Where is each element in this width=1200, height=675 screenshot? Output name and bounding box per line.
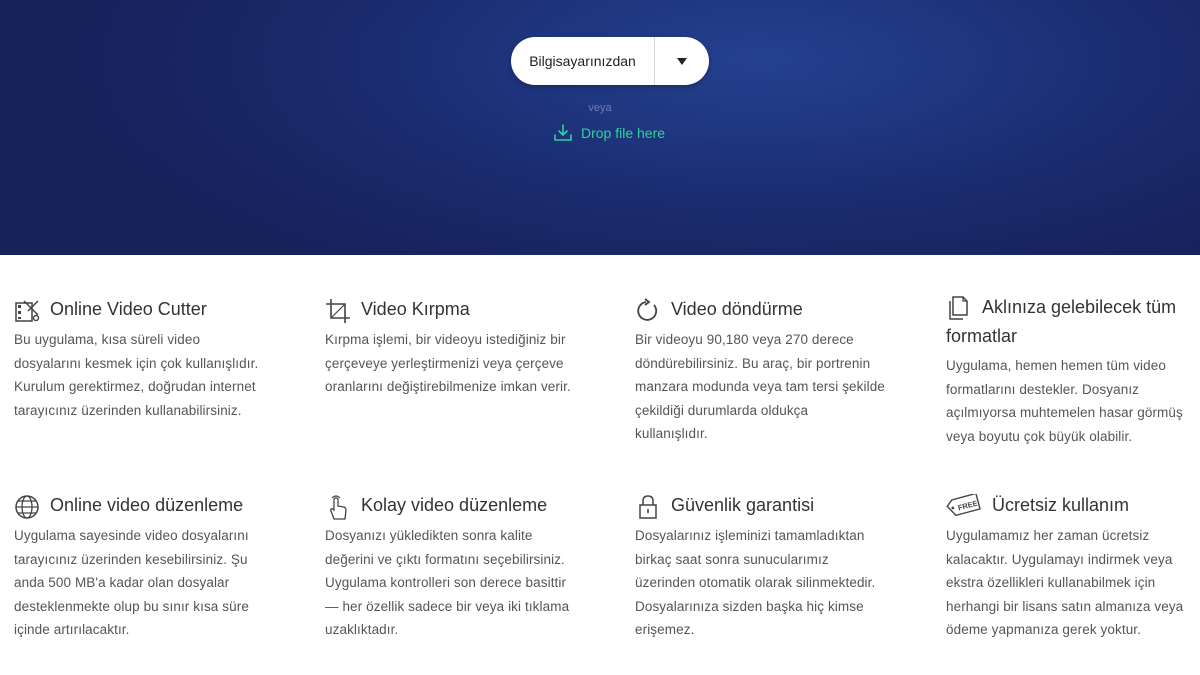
feature-online-video-cutter: Online Video Cutter Bu uygulama, kısa sü… [14, 298, 294, 422]
feature-title: Online Video Cutter [50, 299, 207, 319]
upload-source-dropdown[interactable] [655, 37, 709, 85]
files-icon [946, 296, 972, 322]
description-line: birkaç saat sonra sunucularımız [635, 551, 829, 567]
feature-video-kirpma: Video Kırpma Kırpma işlemi, bir videoyu … [325, 298, 605, 399]
description-line: dosyalarını kesmek için çok kullanışlıdı… [14, 355, 259, 371]
description-line: uzaklıktadır. [325, 622, 399, 637]
feature-title: Online video düzenleme [50, 495, 244, 515]
description-line: Kurulum gerektirmez, doğrudan internet [14, 379, 256, 394]
feature-description: Dosyalarınız işleminizi tamamladıktan bi… [635, 524, 915, 642]
feature-description: Uygulama, hemen hemen tüm video formatla… [946, 354, 1196, 448]
feature-title: Güvenlik garantisi [671, 495, 815, 515]
description-line: Uygulamamız her zaman ücretsiz [946, 528, 1150, 543]
description-line: kullanışlıdır. [635, 426, 708, 441]
feature-kolay-video-duzenleme: Kolay video düzenleme Dosyanızı yükledik… [325, 494, 605, 642]
description-line: Bir videoyu 90,180 veya 270 derece [635, 332, 854, 347]
or-separator: veya [588, 102, 612, 114]
feature-video-dondurme: Video döndürme Bir videoyu 90,180 veya 2… [635, 298, 915, 446]
description-line: anda 500 MB'a kadar olan dosyalar [14, 575, 230, 590]
film-scissors-icon [14, 298, 40, 324]
hand-pointer-icon [325, 494, 351, 520]
description-line: açılmıyorsa muhtemelen hasar görmüş [946, 405, 1183, 420]
description-line: üzerinden otomatik olarak silinmektedir. [635, 575, 876, 590]
rotate-icon [635, 298, 661, 324]
feature-description: Uygulama sayesinde video dosyalarını tar… [14, 524, 294, 642]
chevron-down-icon [677, 57, 687, 65]
download-icon [554, 124, 572, 141]
description-line: çerçeveye yerleştirmenizi veya çerçeve [325, 355, 564, 371]
description-line: desteklenmekte olup bu sınır kısa süre [14, 598, 249, 614]
description-line: çekildiği durumlarda oldukça [635, 402, 809, 418]
feature-description: Bu uygulama, kısa süreli video dosyaları… [14, 328, 294, 422]
description-line: erişemez. [635, 622, 695, 637]
description-line: manzara modunda veya tam tersi şekilde [635, 379, 885, 394]
description-line: Bu uygulama, kısa süreli video [14, 332, 201, 347]
feature-online-video-duzenleme: Online video düzenleme Uygulama sayesind… [14, 494, 294, 642]
upload-hero: Bilgisayarınızdan veya Drop file here [0, 0, 1200, 255]
description-line: Uygulama kontrolleri son derece basittir [325, 575, 567, 590]
drop-file-link[interactable]: Drop file here [553, 123, 665, 143]
feature-title-continued: formatlar [946, 326, 1018, 346]
description-line: herhangi bir lisans satın almanıza veya [946, 598, 1184, 614]
description-line: — her özellik sadece bir veya iki tıklam… [325, 598, 570, 614]
description-line: ödeme yapmanıza gerek yoktur. [946, 622, 1142, 637]
description-line: oranlarını değiştirebilmenize imkan veri… [325, 379, 571, 394]
description-line: tarayıcınız üzerinden kesebilirsiniz. Şu [14, 551, 248, 567]
description-line: formatlarını destekler. Dosyanız [946, 381, 1140, 397]
description-line: Uygulama, hemen hemen tüm video [946, 358, 1166, 373]
description-line: Uygulama sayesinde video dosyalarını [14, 528, 249, 543]
description-line: döndürebilirsiniz. Bu araç, bir portreni… [635, 355, 871, 371]
feature-description: Bir videoyu 90,180 veya 270 derece döndü… [635, 328, 915, 446]
feature-title: Video Kırpma [361, 299, 470, 319]
description-line: içinde artırılacaktır. [14, 622, 130, 637]
feature-title: Ücretsiz kullanım [992, 495, 1130, 515]
description-line: Dosyalarınız işleminizi tamamladıktan [635, 528, 865, 543]
drop-file-label: Drop file here [581, 125, 666, 141]
free-tag-icon: FREE [946, 494, 982, 520]
lock-icon [635, 494, 661, 520]
description-line: ekstra özellikleri kullanabilmek için [946, 575, 1156, 590]
description-line: tarayıcınız üzerinden kullanabilirsiniz. [14, 402, 242, 418]
description-line: değerini ve çıktı formatını seçebilirsin… [325, 551, 565, 567]
feature-title: Kolay video düzenleme [361, 495, 548, 515]
feature-description: Uygulamamız her zaman ücretsiz kalacaktı… [946, 524, 1196, 642]
crop-icon [325, 298, 351, 324]
description-line: Dosyanızı yükledikten sonra kalite [325, 528, 533, 543]
globe-icon [14, 494, 40, 520]
feature-description: Dosyanızı yükledikten sonra kalite değer… [325, 524, 605, 642]
choose-file-button[interactable]: Bilgisayarınızdan [511, 37, 655, 85]
feature-guvenlik-garantisi: Güvenlik garantisi Dosyalarınız işlemini… [635, 494, 915, 642]
feature-title: Aklınıza gelebilecek tüm [982, 297, 1177, 317]
description-line: Dosyalarınıza sizden başka hiç kimse [635, 598, 864, 614]
feature-title: Video döndürme [671, 299, 803, 319]
feature-description: Kırpma işlemi, bir videoyu istediğiniz b… [325, 328, 605, 399]
feature-ucretsiz-kullanim: FREE Ücretsiz kullanım Uygulamamız her z… [946, 494, 1196, 642]
description-line: kalacaktır. Uygulamayı indirmek veya [946, 551, 1173, 567]
description-line: Kırpma işlemi, bir videoyu istediğiniz b… [325, 332, 566, 347]
feature-all-formats: Aklınıza gelebilecek tüm formatlar Uygul… [946, 296, 1196, 448]
description-line: veya boyutu çok büyük olabilir. [946, 428, 1133, 444]
upload-control: Bilgisayarınızdan [511, 37, 709, 85]
